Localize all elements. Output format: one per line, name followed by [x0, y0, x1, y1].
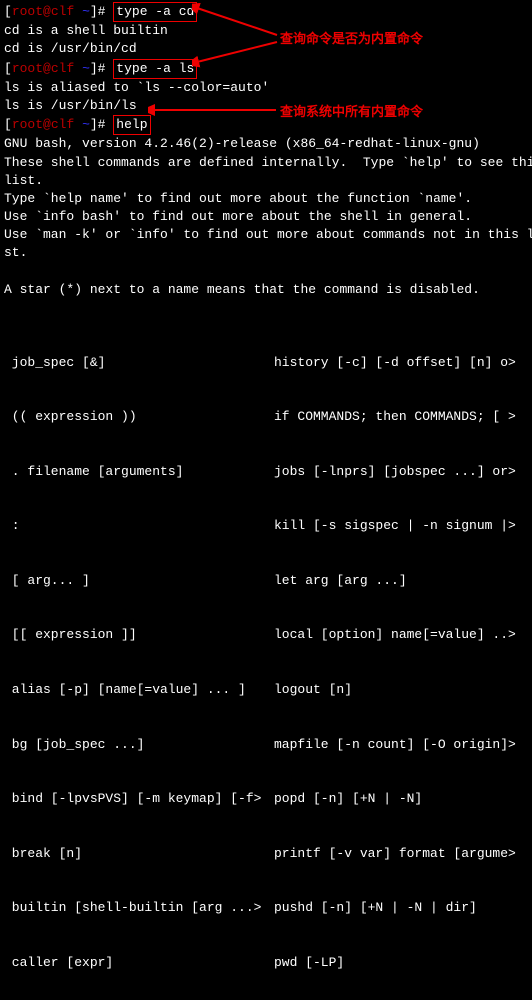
cwd: ~	[82, 117, 90, 132]
output-line: st.	[4, 244, 528, 262]
output-line: A star (*) next to a name means that the…	[4, 281, 528, 299]
help-item: builtin [shell-builtin [arg ...>	[4, 899, 274, 917]
output-line: Use `man -k' or `info' to find out more …	[4, 226, 528, 244]
help-item: pushd [-n] [+N | -N | dir]	[274, 899, 528, 917]
help-item: job_spec [&]	[4, 354, 274, 372]
help-item: let arg [arg ...]	[274, 572, 528, 590]
help-item: break [n]	[4, 845, 274, 863]
help-col-left: job_spec [&] (( expression )) . filename…	[4, 317, 274, 1000]
cmd-typed-1: type -a cd	[113, 2, 197, 22]
output-line: These shell commands are defined interna…	[4, 154, 528, 172]
annotation-1: 查询命令是否为内置命令	[280, 30, 423, 48]
terminal[interactable]: [root@clf ~]# type -a cd cd is a shell b…	[0, 0, 532, 1000]
cmd-typed-3: help	[113, 115, 150, 135]
help-item: :	[4, 517, 274, 535]
help-item: pwd [-LP]	[274, 954, 528, 972]
help-item: bg [job_spec ...]	[4, 736, 274, 754]
help-item: kill [-s sigspec | -n signum |>	[274, 517, 528, 535]
help-item: printf [-v var] format [argume>	[274, 845, 528, 863]
prompt-line-3: [root@clf ~]# help	[4, 115, 528, 135]
cwd: ~	[82, 4, 90, 19]
user-host: root@clf	[12, 4, 74, 19]
annotation-2: 查询系统中所有内置命令	[280, 103, 423, 121]
cwd: ~	[82, 61, 90, 76]
help-col-right: history [-c] [-d offset] [n] o> if COMMA…	[274, 317, 528, 1000]
help-columns: job_spec [&] (( expression )) . filename…	[4, 317, 528, 1000]
help-item: mapfile [-n count] [-O origin]>	[274, 736, 528, 754]
help-item: history [-c] [-d offset] [n] o>	[274, 354, 528, 372]
output-line: ls is aliased to `ls --color=auto'	[4, 79, 528, 97]
output-line: Type `help name' to find out more about …	[4, 190, 528, 208]
help-item: bind [-lpvsPVS] [-m keymap] [-f>	[4, 790, 274, 808]
user-host: root@clf	[12, 61, 74, 76]
blank-line	[4, 299, 528, 317]
output-line: list.	[4, 172, 528, 190]
user-host: root@clf	[12, 117, 74, 132]
arrow-icon	[192, 40, 282, 70]
output-line: Use `info bash' to find out more about t…	[4, 208, 528, 226]
help-item: jobs [-lnprs] [jobspec ...] or>	[274, 463, 528, 481]
cmd-typed-2: type -a ls	[113, 59, 197, 79]
help-item: local [option] name[=value] ..>	[274, 626, 528, 644]
help-item: (( expression ))	[4, 408, 274, 426]
help-item: logout [n]	[274, 681, 528, 699]
help-item: caller [expr]	[4, 954, 274, 972]
help-item: if COMMANDS; then COMMANDS; [ >	[274, 408, 528, 426]
output-line: GNU bash, version 4.2.46(2)-release (x86…	[4, 135, 528, 153]
help-item: . filename [arguments]	[4, 463, 274, 481]
arrow-icon	[192, 3, 282, 43]
help-item: [[ expression ]]	[4, 626, 274, 644]
help-item: popd [-n] [+N | -N]	[274, 790, 528, 808]
help-item: [ arg... ]	[4, 572, 274, 590]
blank-line	[4, 263, 528, 281]
help-item: alias [-p] [name[=value] ... ]	[4, 681, 274, 699]
arrow-icon	[148, 102, 278, 118]
